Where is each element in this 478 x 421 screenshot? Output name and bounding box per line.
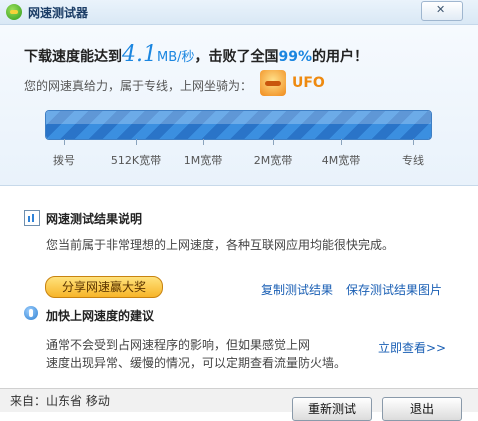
scale-label-4m: 4M宽带 xyxy=(321,154,361,167)
scale-tick xyxy=(413,139,414,145)
exit-button[interactable]: 退出 xyxy=(382,397,462,421)
source-location: 来自：山东省 移动 xyxy=(10,394,110,408)
result-panel: 下载速度能达到4.1MB/秒，击败了全国99%的用户！ 您的网速真给力，属于专线… xyxy=(0,25,478,186)
share-button[interactable]: 分享网速赢大奖 xyxy=(45,276,163,298)
scale-label-dialup: 拨号 xyxy=(53,154,75,167)
scale-tick xyxy=(64,139,65,145)
beat-percent: 99% xyxy=(278,49,313,65)
close-button[interactable] xyxy=(421,1,463,21)
speed-bar xyxy=(45,110,432,140)
headline-mid: ，击败了全国 xyxy=(194,49,279,65)
speed-headline: 下载速度能达到4.1MB/秒，击败了全国99%的用户！ xyxy=(24,42,368,67)
scale-tick xyxy=(136,139,137,145)
explain-text: 您当前属于非常理想的上网速度，各种互联网应用均能很快完成。 xyxy=(46,238,395,252)
scale-tick xyxy=(273,139,274,145)
chart-icon xyxy=(24,210,40,226)
tips-title: 加快上网速度的建议 xyxy=(46,309,155,323)
rank-name: UFO xyxy=(292,75,325,91)
explain-title: 网速测试结果说明 xyxy=(46,212,143,226)
app-logo-icon xyxy=(6,4,22,20)
scale-label-1m: 1M宽带 xyxy=(183,154,223,167)
status-bar: 来自：山东省 移动 重新测试 退出 xyxy=(0,388,478,421)
scale-label-leased-line: 专线 xyxy=(402,154,424,167)
scale-tick xyxy=(203,139,204,145)
headline-prefix: 下载速度能达到 xyxy=(24,49,122,65)
speed-value: 4.1 xyxy=(122,42,157,67)
view-now-link[interactable]: 立即查看>> xyxy=(378,339,446,356)
save-image-link[interactable]: 保存测试结果图片 xyxy=(346,281,442,298)
scale-tick xyxy=(341,139,342,145)
ufo-icon xyxy=(260,70,286,96)
headline-suffix: 的用户！ xyxy=(312,49,369,65)
title-bar: 网速测试器 xyxy=(0,0,478,25)
copy-result-link[interactable]: 复制测试结果 xyxy=(261,281,333,298)
speed-unit: MB/秒 xyxy=(157,50,195,65)
scale-label-2m: 2M宽带 xyxy=(253,154,293,167)
tips-text-line2: 速度出现异常、缓慢的情况，可以定期查看流量防火墙。 xyxy=(46,356,347,370)
scale-label-512k: 512K宽带 xyxy=(110,154,162,167)
window-title: 网速测试器 xyxy=(28,6,89,20)
tips-text-line1: 通常不会受到占网速程序的影响，但如果感觉上网 xyxy=(46,338,311,352)
retest-button[interactable]: 重新测试 xyxy=(292,397,372,421)
rank-text: 您的网速真给力，属于专线，上网坐骑为： xyxy=(24,79,253,93)
info-icon xyxy=(24,306,38,320)
speed-bar-fill xyxy=(46,111,431,139)
